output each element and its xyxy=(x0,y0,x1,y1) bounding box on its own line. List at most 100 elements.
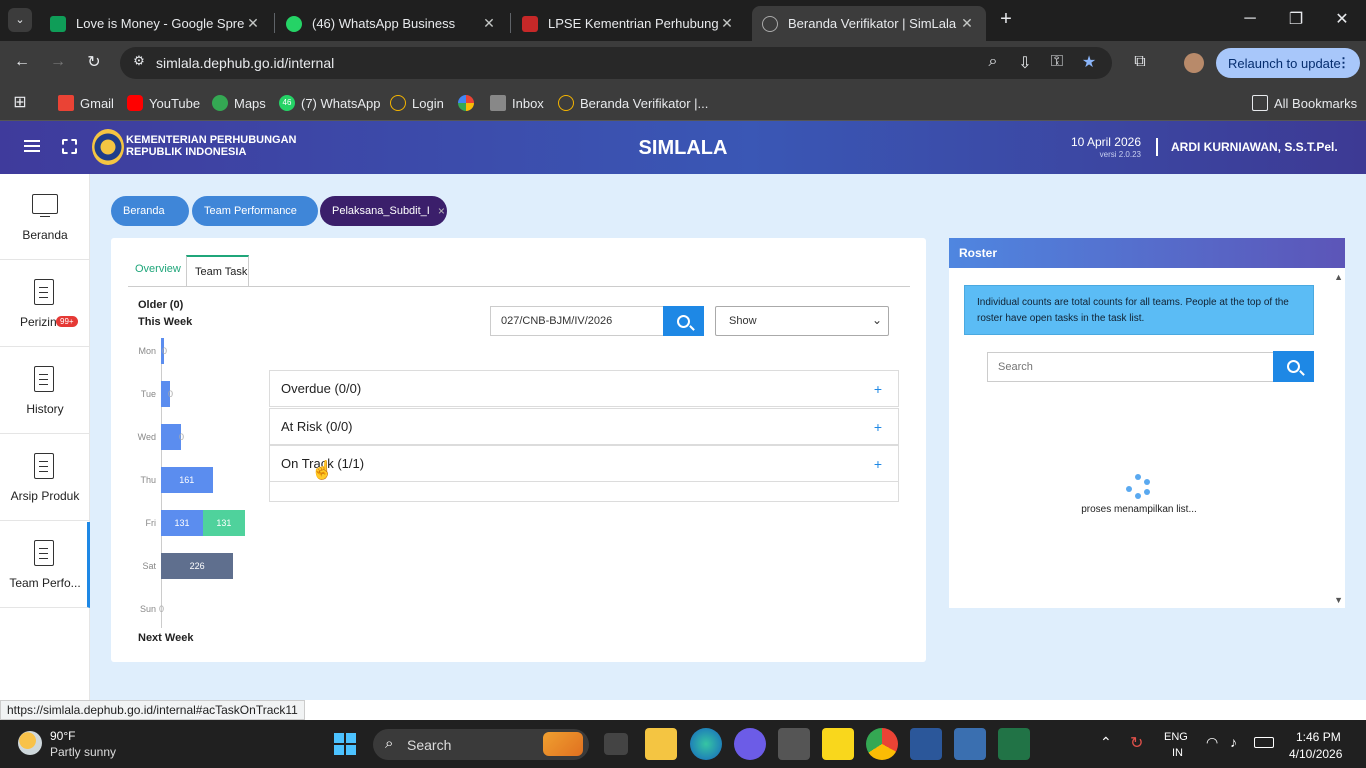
sidebar-item-history[interactable]: History xyxy=(0,348,90,434)
reload-icon[interactable]: ↻ xyxy=(84,52,104,72)
tab-lpse[interactable]: LPSE Kementrian Perhubungan ✕ xyxy=(512,6,746,41)
plus-icon[interactable]: + xyxy=(874,456,882,472)
app-icon[interactable] xyxy=(734,728,766,760)
accordion-overdue[interactable]: Overdue (0/0) + xyxy=(269,370,899,407)
install-app-icon[interactable]: ⇩ xyxy=(1016,53,1034,73)
camera-icon[interactable] xyxy=(778,728,810,760)
plus-icon[interactable]: + xyxy=(874,381,882,397)
sidebar-item-arsip-produk[interactable]: Arsip Produk xyxy=(0,435,90,521)
sheets-icon xyxy=(50,15,66,32)
bar-fri-0[interactable]: 131 xyxy=(161,510,203,536)
bookmark-beranda[interactable]: Beranda Verifikator |... xyxy=(558,92,708,114)
apps-grid-icon[interactable]: ⊞ xyxy=(10,92,30,112)
calculator-icon[interactable] xyxy=(954,728,986,760)
scroll-up-icon[interactable]: ▲ xyxy=(1334,272,1343,282)
password-key-icon[interactable]: ⚿ xyxy=(1048,53,1066,71)
sidebar-item-perizinan[interactable]: Perizinan 99+ xyxy=(0,261,90,347)
bookmark-pinwheel[interactable] xyxy=(458,92,480,114)
whatsapp-icon: 46 xyxy=(279,95,295,111)
weather-icon[interactable] xyxy=(18,731,42,755)
all-bookmarks[interactable]: All Bookmarks xyxy=(1252,92,1357,114)
maximize-icon[interactable]: ❐ xyxy=(1286,9,1306,29)
windows-start-icon[interactable] xyxy=(334,733,356,755)
accordion-on-track[interactable]: On Track (1/1) + xyxy=(269,445,899,482)
tab-google-sheets[interactable]: Love is Money - Google Spread ✕ xyxy=(40,6,272,41)
tab-simlala[interactable]: Beranda Verifikator | SimLala ✕ xyxy=(752,6,986,41)
roster-search-input[interactable] xyxy=(987,352,1274,382)
tray-chevron-icon[interactable]: ⌃ xyxy=(1100,734,1112,751)
bookmark-maps[interactable]: Maps xyxy=(212,92,266,114)
close-tab-icon[interactable]: ✕ xyxy=(480,15,498,32)
tabs-underline xyxy=(128,286,910,287)
weather-temp[interactable]: 90°F xyxy=(50,729,75,743)
bookmark-star-icon[interactable]: ★ xyxy=(1080,52,1098,72)
bookmark-gmail[interactable]: Gmail xyxy=(58,92,114,114)
close-window-icon[interactable]: ✕ xyxy=(1332,9,1352,29)
show-select[interactable]: Show ⌄ xyxy=(715,306,889,336)
bookmark-whatsapp[interactable]: 46 (7) WhatsApp xyxy=(279,92,380,114)
monitor-icon xyxy=(32,194,58,214)
user-name[interactable]: ARDI KURNIAWAN, S.S.T.Pel. xyxy=(1171,140,1338,154)
tab-overview[interactable]: Overview xyxy=(135,263,181,275)
zoom-icon[interactable]: ⌕ xyxy=(984,53,1002,71)
weather-desc[interactable]: Partly sunny xyxy=(50,745,116,759)
sticky-notes-icon[interactable] xyxy=(822,728,854,760)
close-tab-icon[interactable]: ✕ xyxy=(958,15,976,32)
maps-pin-icon xyxy=(212,95,228,111)
profile-avatar[interactable] xyxy=(1184,53,1204,73)
breadcrumb-beranda[interactable]: Beranda xyxy=(111,196,189,226)
minimize-icon[interactable]: ─ xyxy=(1240,10,1260,28)
bar-thu-0[interactable]: 161 xyxy=(161,467,213,493)
lang-in[interactable]: IN xyxy=(1172,747,1183,759)
edge-icon[interactable] xyxy=(690,728,722,760)
new-tab-icon[interactable]: + xyxy=(996,8,1016,31)
file-explorer-icon[interactable] xyxy=(645,728,677,760)
address-bar[interactable]: ⚙ simlala.dephub.go.id/internal ⌕ ⇩ ⚿ ★ xyxy=(120,47,1112,79)
wifi-icon[interactable]: ◠ xyxy=(1206,734,1218,751)
relaunch-button[interactable]: Relaunch to update ⋮ xyxy=(1216,48,1360,78)
clock-time[interactable]: 1:46 PM xyxy=(1296,730,1341,744)
excel-icon[interactable] xyxy=(998,728,1030,760)
url-text[interactable]: simlala.dephub.go.id/internal xyxy=(156,55,334,71)
lang-eng[interactable]: ENG xyxy=(1164,731,1188,743)
back-icon[interactable]: ← xyxy=(12,53,32,71)
sync-icon[interactable]: ↻ xyxy=(1130,733,1143,753)
battery-icon[interactable] xyxy=(1254,737,1274,748)
loading-text: proses menampilkan list... xyxy=(1081,504,1197,515)
task-view-icon[interactable] xyxy=(604,733,628,755)
scroll-down-icon[interactable]: ▼ xyxy=(1334,595,1343,605)
extensions-icon[interactable]: ⧉ xyxy=(1130,53,1150,71)
taskbar-search[interactable]: ⌕ Search xyxy=(373,729,589,760)
close-tab-icon[interactable]: ✕ xyxy=(718,15,736,32)
close-icon[interactable]: × xyxy=(438,204,445,218)
breadcrumb-team-performance[interactable]: Team Performance xyxy=(192,196,318,226)
plus-icon[interactable]: + xyxy=(874,419,882,435)
tab-team-task[interactable]: Team Task xyxy=(186,255,249,287)
tab-search-chevron-icon[interactable]: ⌄ xyxy=(8,8,32,32)
forward-icon[interactable]: → xyxy=(48,53,68,71)
loading-spinner-icon xyxy=(1125,474,1151,500)
volume-icon[interactable]: ♪ xyxy=(1230,734,1237,750)
sidebar-item-beranda[interactable]: Beranda xyxy=(0,174,90,260)
task-search-button[interactable] xyxy=(663,306,704,336)
breadcrumb-pelaksana[interactable]: Pelaksana_Subdit_I × xyxy=(320,196,447,226)
bookmark-youtube[interactable]: YouTube xyxy=(127,92,200,114)
bar-sat-2[interactable]: 226 xyxy=(161,553,234,579)
search-highlight-icon xyxy=(543,732,583,756)
this-week-label: This Week xyxy=(138,316,193,328)
close-tab-icon[interactable]: ✕ xyxy=(244,15,262,32)
more-menu-icon[interactable]: ⋮ xyxy=(1337,55,1350,71)
roster-search-button[interactable] xyxy=(1273,351,1314,382)
word-icon[interactable] xyxy=(910,728,942,760)
task-search-input[interactable] xyxy=(490,306,664,336)
bookmark-login[interactable]: Login xyxy=(390,92,444,114)
accordion-at-risk[interactable]: At Risk (0/0) + xyxy=(269,408,899,445)
site-info-icon[interactable]: ⚙ xyxy=(130,53,148,69)
chrome-icon[interactable] xyxy=(866,728,898,760)
clock-date[interactable]: 4/10/2026 xyxy=(1289,747,1342,761)
bookmark-inbox[interactable]: Inbox xyxy=(490,92,544,114)
tab-whatsapp[interactable]: (46) WhatsApp Business ✕ xyxy=(276,6,508,41)
bar-fri-1[interactable]: 131 xyxy=(202,510,245,536)
sidebar-item-team-performance[interactable]: Team Perfo... xyxy=(0,522,90,608)
bar-wed-stub[interactable] xyxy=(161,424,181,450)
